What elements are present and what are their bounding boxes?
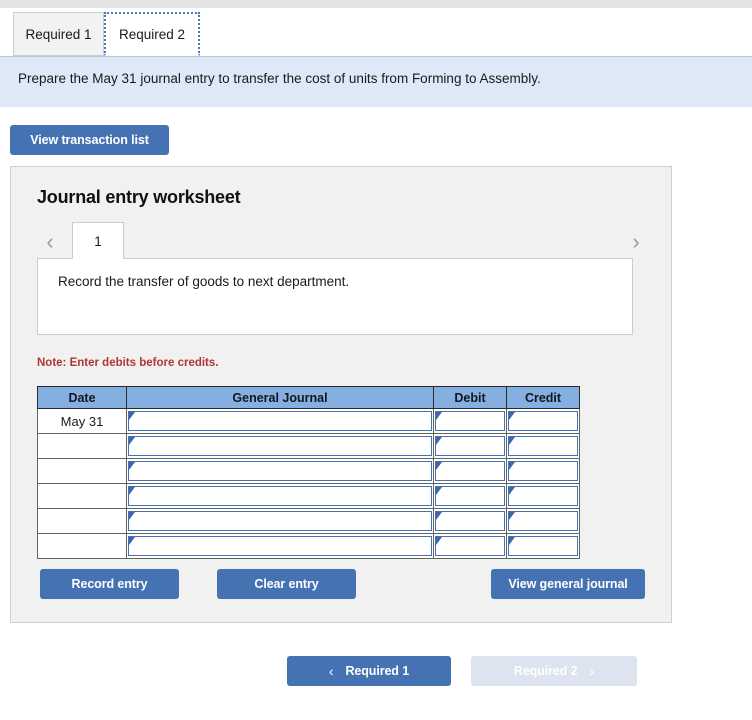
cell-debit-1[interactable]: [433, 408, 507, 434]
nav-previous-label: Required 1: [345, 664, 410, 678]
input-credit-2[interactable]: [508, 436, 578, 456]
column-header-date: Date: [37, 386, 127, 409]
cell-general-journal-4[interactable]: [126, 483, 434, 509]
tab-required-2[interactable]: Required 2: [104, 12, 200, 56]
table-row: [37, 433, 580, 459]
nav-previous-required-1-button[interactable]: ‹ Required 1: [287, 656, 451, 686]
instruction-banner: Prepare the May 31 journal entry to tran…: [0, 57, 752, 107]
table-row: [37, 483, 580, 509]
input-credit-1[interactable]: [508, 411, 578, 431]
top-gray-strip: [0, 0, 752, 8]
cell-credit-1[interactable]: [506, 408, 580, 434]
chevron-left-icon: ‹: [328, 663, 334, 679]
input-general-journal-3[interactable]: [128, 461, 432, 481]
chevron-right-icon[interactable]: ›: [623, 227, 649, 257]
input-credit-5[interactable]: [508, 511, 578, 531]
cell-date-6[interactable]: [37, 533, 127, 559]
worksheet-prompt-text: Record the transfer of goods to next dep…: [58, 274, 350, 289]
input-credit-3[interactable]: [508, 461, 578, 481]
worksheet-title: Journal entry worksheet: [37, 187, 241, 207]
cell-general-journal-1[interactable]: [126, 408, 434, 434]
input-debit-6[interactable]: [435, 536, 505, 556]
worksheet-sheet-tab-1[interactable]: 1: [72, 222, 124, 259]
table-row: [37, 508, 580, 534]
cell-general-journal-6[interactable]: [126, 533, 434, 559]
worksheet-prompt-box: Record the transfer of goods to next dep…: [37, 258, 633, 335]
cell-debit-2[interactable]: [433, 433, 507, 459]
debits-before-credits-note: Note: Enter debits before credits.: [37, 357, 219, 369]
input-general-journal-4[interactable]: [128, 486, 432, 506]
column-header-debit: Debit: [433, 386, 507, 409]
input-debit-3[interactable]: [435, 461, 505, 481]
cell-general-journal-2[interactable]: [126, 433, 434, 459]
view-general-journal-label: View general journal: [508, 577, 628, 591]
record-entry-button[interactable]: Record entry: [40, 569, 179, 599]
input-general-journal-5[interactable]: [128, 511, 432, 531]
cell-credit-4[interactable]: [506, 483, 580, 509]
input-credit-6[interactable]: [508, 536, 578, 556]
input-general-journal-2[interactable]: [128, 436, 432, 456]
journal-entry-worksheet-panel: Journal entry worksheet ‹ › 1 Record the…: [10, 166, 672, 623]
instruction-text: Prepare the May 31 journal entry to tran…: [18, 71, 541, 86]
journal-entry-table: Date General Journal Debit Credit May 31: [37, 386, 580, 559]
input-general-journal-6[interactable]: [128, 536, 432, 556]
view-transaction-list-label: View transaction list: [30, 133, 149, 147]
tab-required-1[interactable]: Required 1: [13, 12, 104, 56]
cell-date-5[interactable]: [37, 508, 127, 534]
clear-entry-label: Clear entry: [254, 577, 319, 591]
cell-debit-3[interactable]: [433, 458, 507, 484]
column-header-credit: Credit: [506, 386, 580, 409]
cell-general-journal-3[interactable]: [126, 458, 434, 484]
table-row: [37, 533, 580, 559]
cell-date-4[interactable]: [37, 483, 127, 509]
cell-credit-6[interactable]: [506, 533, 580, 559]
tab-required-2-label: Required 2: [118, 26, 186, 42]
column-header-general-journal: General Journal: [126, 386, 434, 409]
requirement-tabbar: Required 1 Required 2: [0, 8, 752, 57]
nav-next-label: Required 2: [513, 664, 578, 678]
tab-required-1-label: Required 1: [25, 26, 92, 42]
view-general-journal-button[interactable]: View general journal: [491, 569, 645, 599]
cell-credit-3[interactable]: [506, 458, 580, 484]
table-row: [37, 458, 580, 484]
view-transaction-list-button[interactable]: View transaction list: [10, 125, 169, 155]
cell-debit-5[interactable]: [433, 508, 507, 534]
cell-date-2[interactable]: [37, 433, 127, 459]
cell-debit-6[interactable]: [433, 533, 507, 559]
cell-debit-4[interactable]: [433, 483, 507, 509]
cell-credit-2[interactable]: [506, 433, 580, 459]
chevron-left-icon[interactable]: ‹: [37, 227, 63, 257]
chevron-right-icon: ›: [589, 663, 595, 679]
input-credit-4[interactable]: [508, 486, 578, 506]
worksheet-sheet-tab-1-label: 1: [94, 233, 102, 249]
input-general-journal-1[interactable]: [128, 411, 432, 431]
table-row: May 31: [37, 408, 580, 434]
nav-next-required-2-button[interactable]: Required 2 ›: [471, 656, 637, 686]
input-debit-4[interactable]: [435, 486, 505, 506]
input-debit-1[interactable]: [435, 411, 505, 431]
cell-credit-5[interactable]: [506, 508, 580, 534]
clear-entry-button[interactable]: Clear entry: [217, 569, 356, 599]
input-debit-2[interactable]: [435, 436, 505, 456]
table-header-row: Date General Journal Debit Credit: [37, 386, 580, 409]
input-debit-5[interactable]: [435, 511, 505, 531]
cell-date-3[interactable]: [37, 458, 127, 484]
cell-general-journal-5[interactable]: [126, 508, 434, 534]
record-entry-label: Record entry: [71, 577, 148, 591]
cell-date-1[interactable]: May 31: [37, 408, 127, 434]
